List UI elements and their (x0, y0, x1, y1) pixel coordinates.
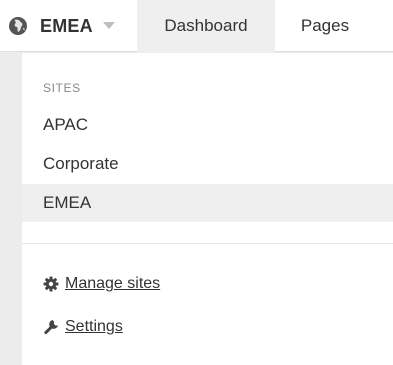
gear-icon (43, 276, 59, 292)
chevron-down-icon (102, 22, 115, 29)
settings-link[interactable]: Settings (43, 318, 123, 336)
site-item-emea[interactable]: EMEA (22, 184, 393, 222)
divider (22, 243, 393, 244)
globe-icon (9, 17, 27, 35)
top-navigation-bar: EMEA Dashboard Pages (0, 0, 393, 52)
tab-dashboard[interactable]: Dashboard (137, 0, 275, 52)
site-item-corporate[interactable]: Corporate (22, 145, 393, 183)
manage-sites-link[interactable]: Manage sites (43, 275, 160, 293)
tab-pages[interactable]: Pages (275, 0, 375, 52)
manage-sites-label: Manage sites (65, 275, 161, 292)
sites-section-heading: SITES (43, 81, 81, 95)
current-site-name: EMEA (40, 15, 93, 36)
site-dropdown-menu: SITES APAC Corporate EMEA Manage sites S… (22, 53, 393, 365)
site-item-apac[interactable]: APAC (22, 106, 393, 144)
site-switcher[interactable]: EMEA (0, 0, 137, 52)
settings-label: Settings (65, 318, 123, 335)
wrench-icon (44, 320, 58, 335)
